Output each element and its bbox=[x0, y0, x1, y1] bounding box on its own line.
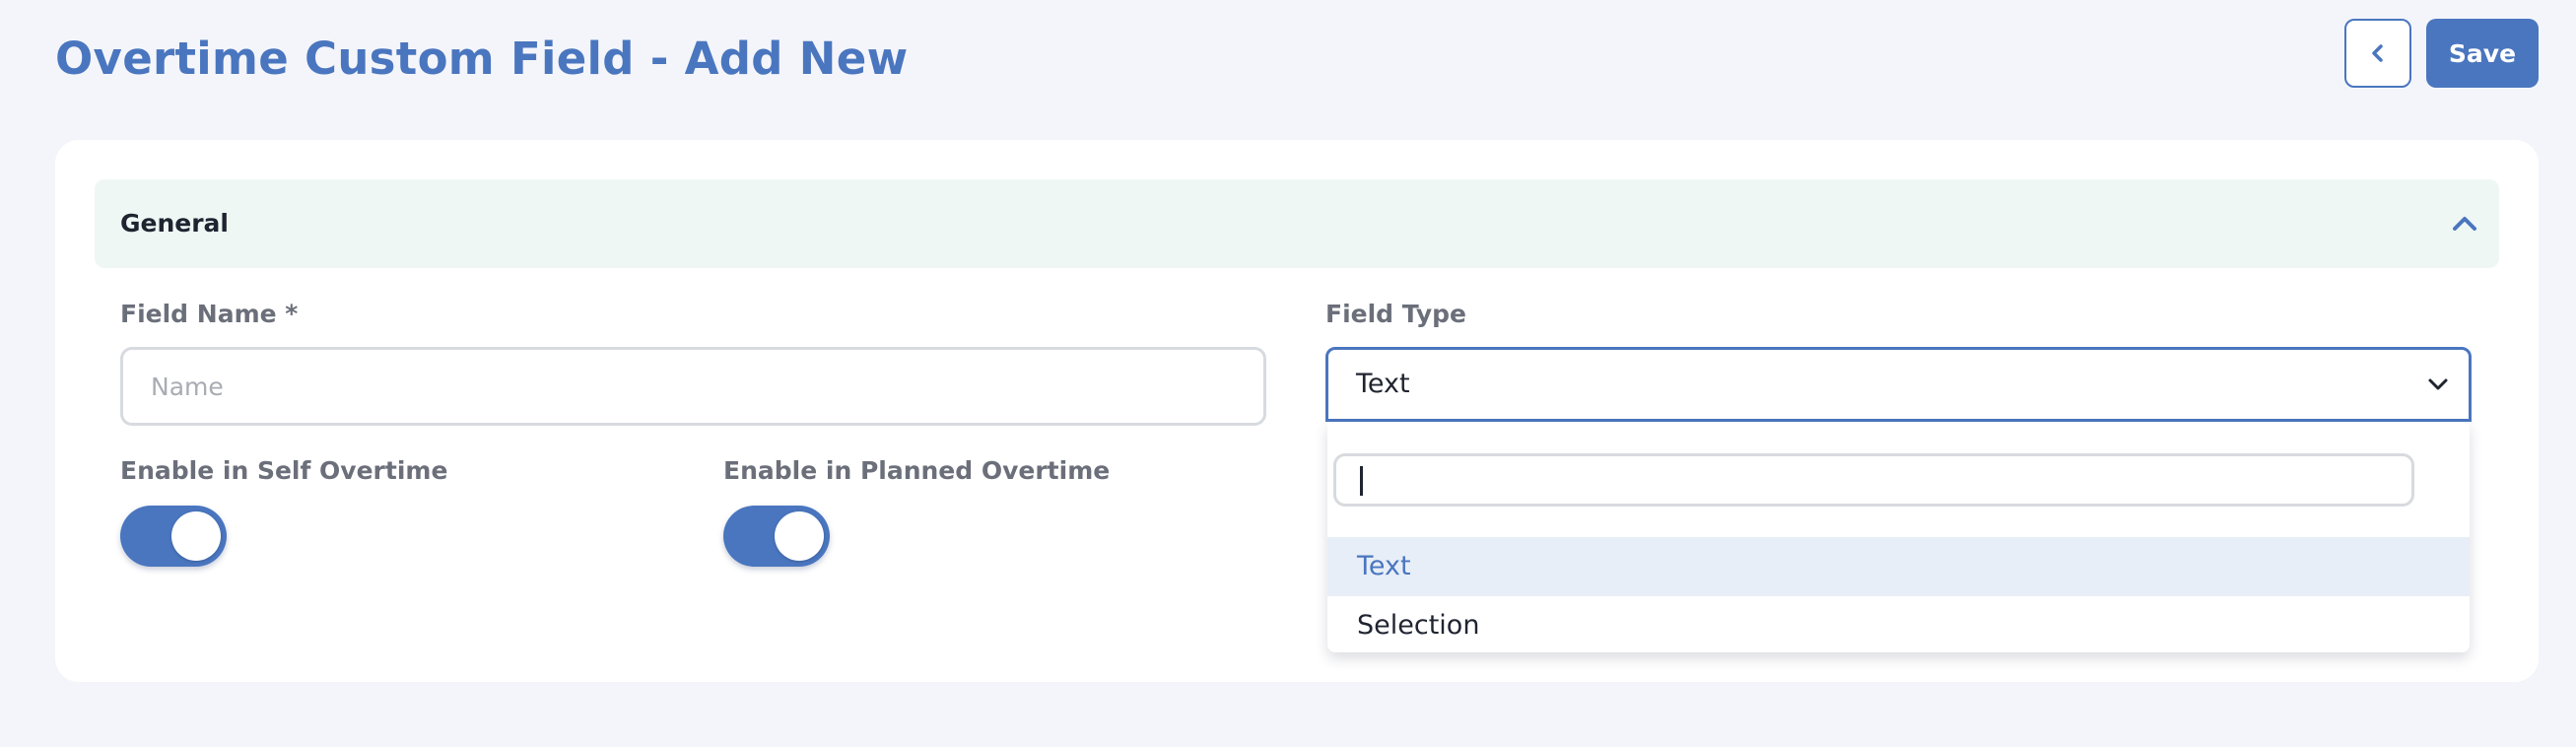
text-caret bbox=[1360, 466, 1363, 496]
dropdown-search-input[interactable] bbox=[1333, 453, 2414, 507]
planned-overtime-toggle[interactable] bbox=[723, 506, 830, 567]
field-name-input[interactable] bbox=[120, 347, 1266, 426]
save-button[interactable]: Save bbox=[2426, 19, 2539, 88]
chevron-up-icon[interactable] bbox=[2450, 209, 2479, 238]
section-header-general[interactable]: General bbox=[95, 179, 2499, 268]
toggle-knob bbox=[775, 511, 824, 561]
self-overtime-label: Enable in Self Overtime bbox=[120, 456, 448, 485]
field-type-dropdown: Text Selection bbox=[1327, 422, 2470, 652]
planned-overtime-label: Enable in Planned Overtime bbox=[723, 456, 1111, 485]
dropdown-option-selection[interactable]: Selection bbox=[1327, 596, 2470, 655]
page-title: Overtime Custom Field - Add New bbox=[55, 33, 909, 85]
dropdown-option-text[interactable]: Text bbox=[1327, 537, 2470, 596]
chevron-left-icon bbox=[2372, 44, 2383, 62]
field-type-label: Field Type bbox=[1325, 300, 1467, 328]
self-overtime-toggle[interactable] bbox=[120, 506, 227, 567]
back-button[interactable] bbox=[2344, 19, 2411, 88]
toggle-knob bbox=[171, 511, 221, 561]
chevron-down-icon bbox=[2428, 378, 2448, 390]
field-type-select[interactable]: Text bbox=[1325, 347, 2472, 422]
field-name-label: Field Name * bbox=[120, 300, 299, 328]
field-type-selected-value: Text bbox=[1356, 369, 1410, 399]
section-title: General bbox=[120, 209, 229, 238]
